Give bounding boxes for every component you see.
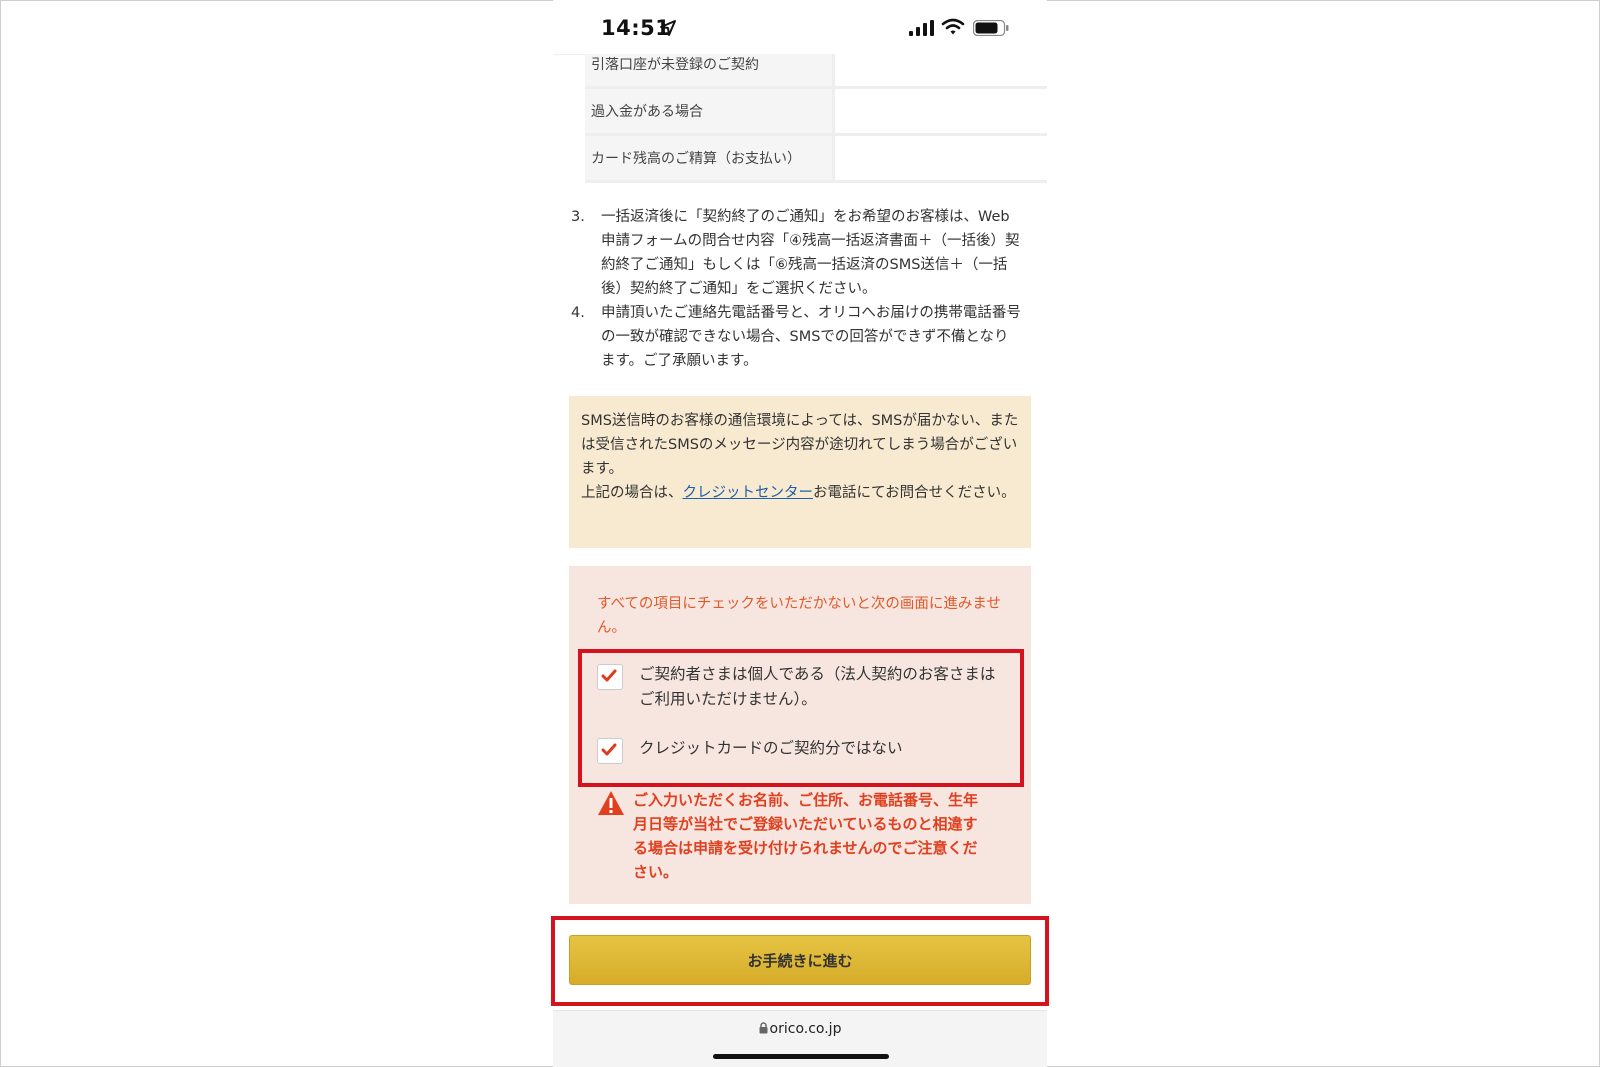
sms-notice-contact: 上記の場合は、クレジットセンターお電話にてお問合せください。 — [581, 481, 1019, 505]
settlement-table: 引落口座が未登録のご契約 過入金がある場合 カード残高のご精算（お支払い） — [585, 54, 1047, 183]
list-item: 3. 一括返済後に「契約終了のご通知」をお希望のお客様は、Web申請フォームの問… — [571, 205, 1021, 301]
cellular-signal-icon — [909, 20, 934, 36]
list-item-text: 一括返済後に「契約終了のご通知」をお希望のお客様は、Web申請フォームの問合せ内… — [601, 209, 1020, 297]
table-cell-value — [835, 89, 1047, 133]
table-row: 過入金がある場合 — [585, 89, 1047, 136]
location-arrow-icon — [660, 20, 676, 36]
table-row: カード残高のご精算（お支払い） — [585, 136, 1047, 183]
checkbox-highlight-frame — [578, 649, 1024, 787]
table-row: 引落口座が未登録のご契約 — [585, 54, 1047, 89]
alert-text: ご入力いただくお名前、ご住所、お電話番号、生年月日等が当社でご登録いただいている… — [633, 791, 979, 881]
list-item-text: 申請頂いたご連絡先電話番号と、オリコへお届けの携帯電話番号の一致が確認できない場… — [601, 305, 1021, 369]
list-item: 4. 申請頂いたご連絡先電話番号と、オリコへお届けの携帯電話番号の一致が確認でき… — [571, 301, 1021, 373]
table-cell-value — [835, 54, 1047, 86]
browser-url-bar[interactable]: orico.co.jp — [553, 1010, 1047, 1067]
lock-icon — [759, 1022, 768, 1034]
url-display[interactable]: orico.co.jp — [553, 1021, 1047, 1037]
button-highlight-frame — [551, 916, 1049, 1006]
home-indicator — [713, 1054, 889, 1059]
sms-notice-text: 上記の場合は、 — [581, 485, 683, 501]
notes-list: 3. 一括返済後に「契約終了のご通知」をお希望のお客様は、Web申請フォームの問… — [571, 205, 1021, 373]
sms-notice-text: SMS送信時のお客様の通信環境によっては、SMSが届かない、または受信されたSM… — [581, 413, 1019, 477]
url-text: orico.co.jp — [769, 1021, 842, 1037]
sms-notice-box: SMS送信時のお客様の通信環境によっては、SMSが届かない、または受信されたSM… — [569, 396, 1031, 548]
list-item-number: 4. — [571, 305, 585, 321]
list-item-number: 3. — [571, 209, 585, 225]
table-cell-label: 引落口座が未登録のご契約 — [585, 54, 835, 86]
battery-icon — [973, 20, 1009, 36]
check-required-warning: すべての項目にチェックをいただかないと次の画面に進みません。 — [597, 596, 1001, 636]
alert-notice: ご入力いただくお名前、ご住所、お電話番号、生年月日等が当社でご登録いただいている… — [597, 788, 989, 884]
table-cell-label: カード残高のご精算（お支払い） — [585, 136, 835, 180]
wifi-icon — [941, 18, 965, 35]
status-bar: 14:51 — [553, 0, 1047, 55]
sms-notice-text: お電話にてお問合せください。 — [813, 485, 1016, 501]
credit-center-link[interactable]: クレジットセンター — [683, 485, 814, 501]
phone-screen: 14:51 引落口座が未登録のご契約 過入金がある場合 カード残高のご精算（お支… — [553, 0, 1047, 1067]
table-cell-label: 過入金がある場合 — [585, 89, 835, 133]
warning-triangle-icon — [598, 791, 624, 815]
table-cell-value — [835, 136, 1047, 180]
